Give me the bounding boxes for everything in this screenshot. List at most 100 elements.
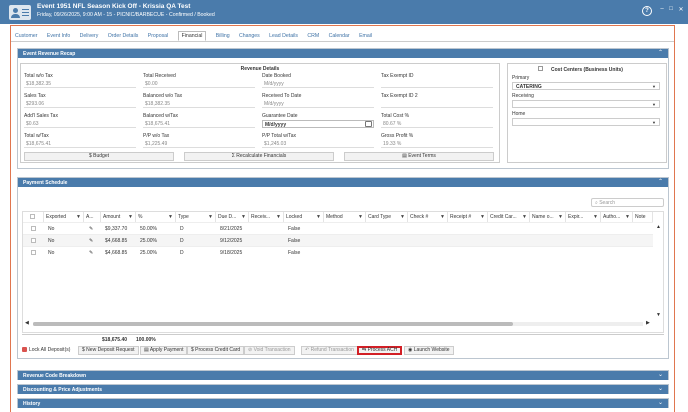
tab-customer[interactable]: Customer [15, 32, 38, 40]
field-value[interactable]: M/d/yyyy [262, 100, 374, 108]
table-row[interactable]: No ✎ $9,337.70 50.00% D 8/21/2025 False [23, 222, 653, 234]
field-value[interactable]: $18,382.35 [143, 100, 255, 108]
calendar-icon[interactable] [365, 121, 372, 127]
minimize-button[interactable]: – [658, 6, 666, 12]
receiving-dropdown[interactable]: ▼ [512, 100, 660, 108]
field-value[interactable]: $1,225.49 [143, 140, 255, 148]
scroll-left-icon[interactable]: ◀ [25, 320, 29, 326]
filter-icon[interactable]: ▼ [168, 214, 173, 220]
event-terms-button[interactable]: ▤ Event Terms [344, 152, 494, 161]
field-value[interactable]: M/d/yyyy [262, 80, 374, 88]
filter-icon[interactable]: ▼ [276, 214, 281, 220]
column-header[interactable]: Exported ▼ [44, 212, 84, 222]
field-value[interactable]: $18,382.35 [24, 80, 136, 88]
filter-icon[interactable]: ▼ [400, 214, 405, 220]
column-header[interactable]: Name o... ▼ [530, 212, 566, 222]
field-value[interactable]: $0.63 [24, 120, 136, 128]
recalculate-button[interactable]: Σ Recalculate Financials [184, 152, 334, 161]
history-header[interactable]: History ⌄ [18, 399, 668, 408]
discounting-header[interactable]: Discounting & Price Adjustments ⌄ [18, 385, 668, 394]
filter-icon[interactable]: ▼ [625, 214, 630, 220]
row-checkbox[interactable] [31, 238, 36, 243]
column-header[interactable]: Type ▼ [176, 212, 216, 222]
column-header[interactable]: Check # ▼ [408, 212, 448, 222]
field-value[interactable]: $18,675.41 [24, 140, 136, 148]
filter-icon[interactable]: ▼ [593, 214, 598, 220]
column-header[interactable]: % ▼ [136, 212, 176, 222]
filter-icon[interactable]: ▼ [208, 214, 213, 220]
field-value[interactable]: $1,245.03 [262, 140, 374, 148]
process-ach-button[interactable]: ⇆ Process ACH [357, 346, 403, 355]
column-header[interactable]: Receiv... ▼ [249, 212, 284, 222]
field-value[interactable]: $0.00 [143, 80, 255, 88]
column-header[interactable]: Credit Car... ▼ [488, 212, 530, 222]
tab-event-info[interactable]: Event Info [47, 32, 70, 40]
discounting-section[interactable]: Discounting & Price Adjustments ⌄ [17, 384, 669, 394]
filter-icon[interactable]: ▼ [522, 214, 527, 220]
expand-icon[interactable]: ⌄ [658, 399, 663, 406]
tab-crm[interactable]: CRM [307, 32, 319, 40]
tab-financial[interactable]: Financial [177, 31, 207, 41]
field-value[interactable] [381, 100, 493, 108]
column-header[interactable]: Locked ▼ [284, 212, 324, 222]
expand-icon[interactable]: ⌄ [658, 371, 663, 378]
scroll-up-icon[interactable]: ▲ [656, 224, 661, 230]
new-deposit-request-button[interactable]: $ New Deposit Request [78, 346, 139, 355]
lock-all-deposits[interactable]: Lock All Deposit(s) [22, 347, 70, 353]
row-checkbox[interactable] [31, 226, 36, 231]
revenue-code-breakdown-section[interactable]: Revenue Code Breakdown ⌄ [17, 370, 669, 380]
filter-icon[interactable]: ▼ [358, 214, 363, 220]
column-header[interactable]: Card Type ▼ [366, 212, 408, 222]
filter-icon[interactable]: ▼ [316, 214, 321, 220]
filter-icon[interactable]: ▼ [241, 214, 246, 220]
launch-website-button[interactable]: ◉ Launch Website [404, 346, 454, 355]
table-row[interactable]: No ✎ $4,668.85 25.00% D 9/18/2025 False [23, 246, 653, 258]
scroll-down-icon[interactable]: ▼ [656, 312, 661, 318]
search-input[interactable]: ⌕ Search [591, 198, 664, 207]
edit-icon[interactable]: ✎ [87, 247, 95, 258]
tab-proposal[interactable]: Proposal [148, 32, 168, 40]
budget-button[interactable]: $ Budget [24, 152, 174, 161]
home-dropdown[interactable]: ▼ [512, 118, 660, 126]
filter-icon[interactable]: ▼ [558, 214, 563, 220]
field-value[interactable]: 19.33 % [381, 140, 493, 148]
void-transaction-button[interactable]: ⊘ Void Transaction [244, 346, 295, 355]
tab-order-details[interactable]: Order Details [108, 32, 139, 40]
select-all-header[interactable] [23, 212, 44, 222]
refund-transaction-button[interactable]: ↶ Refund Transaction [301, 346, 358, 355]
process-credit-card-button[interactable]: $ Process Credit Card [187, 346, 245, 355]
horizontal-scrollbar[interactable] [33, 322, 643, 326]
tab-billing[interactable]: Billing [216, 32, 230, 40]
apply-payment-button[interactable]: ▤ Apply Payment [140, 346, 188, 355]
filter-icon[interactable]: ▼ [480, 214, 485, 220]
column-header[interactable]: Note [633, 212, 653, 222]
tab-calendar[interactable]: Calendar [329, 32, 350, 40]
filter-icon[interactable]: ▼ [440, 214, 445, 220]
close-button[interactable]: ✕ [677, 6, 685, 13]
tab-email[interactable]: Email [359, 32, 372, 40]
column-header[interactable]: Autho... ▼ [601, 212, 633, 222]
column-header[interactable]: Expir... ▼ [566, 212, 601, 222]
field-value[interactable]: 80.67 % [381, 120, 493, 128]
payment-schedule-header[interactable]: Payment Schedule ⌃ [18, 178, 668, 187]
table-row[interactable]: No ✎ $4,668.85 25.00% D 9/12/2025 False [23, 234, 653, 246]
column-header[interactable]: A... [84, 212, 101, 222]
revenue-code-breakdown-header[interactable]: Revenue Code Breakdown ⌄ [18, 371, 668, 380]
maximize-button[interactable]: □ [667, 6, 675, 12]
primary-dropdown[interactable]: CATERING ▼ [512, 82, 660, 90]
guarantee-date-input[interactable]: M/d/yyyy [262, 120, 374, 128]
scrollbar-thumb[interactable] [33, 322, 513, 326]
tab-changes[interactable]: Changes [239, 32, 260, 40]
field-value[interactable] [381, 80, 493, 88]
field-value[interactable]: $18,675.41 [143, 120, 255, 128]
tab-lead-details[interactable]: Lead Details [269, 32, 298, 40]
history-section[interactable]: History ⌄ [17, 398, 669, 408]
column-header[interactable]: Method ▼ [324, 212, 366, 222]
edit-icon[interactable]: ✎ [87, 235, 95, 246]
revenue-recap-header[interactable]: Event Revenue Recap ⌃ [18, 49, 668, 58]
collapse-icon[interactable]: ⌃ [658, 49, 663, 56]
expand-icon[interactable]: ⌄ [658, 385, 663, 392]
collapse-icon[interactable]: ⌃ [658, 178, 663, 185]
filter-icon[interactable]: ▼ [128, 214, 133, 220]
scroll-right-icon[interactable]: ▶ [646, 320, 650, 326]
